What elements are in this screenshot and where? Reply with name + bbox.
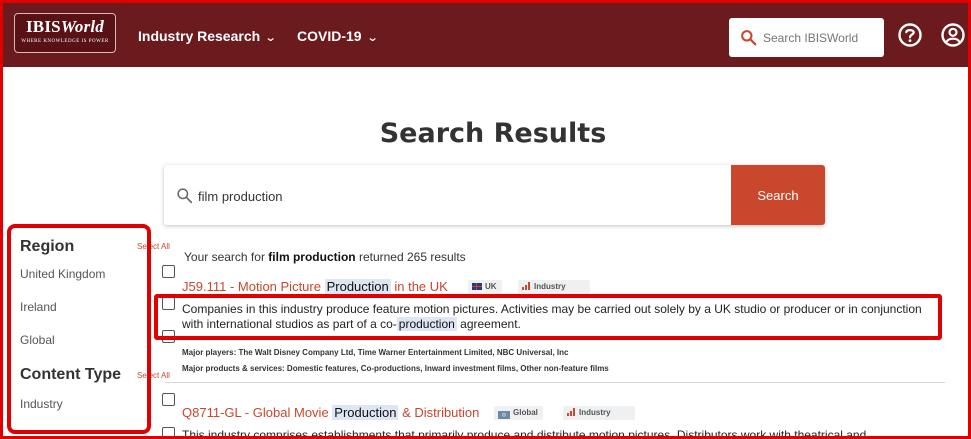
result-title-link[interactable]: Q8711-GL - Global Movie Production & Dis…: [182, 405, 479, 420]
title-highlight: Production: [332, 405, 399, 420]
header-search-input[interactable]: [763, 28, 878, 48]
main-search-bar: Search: [164, 165, 825, 225]
result-checkbox[interactable]: [162, 427, 175, 439]
summary-query: film production: [268, 250, 356, 264]
logo-tagline: WHERE KNOWLEDGE IS POWER: [21, 39, 109, 44]
nav-label: Industry Research: [138, 28, 261, 44]
title-text: & Distribution: [398, 405, 480, 420]
major-products: Major products & services: Domestic feat…: [182, 364, 609, 373]
badge-label: Global: [513, 408, 538, 417]
badge-label: UK: [485, 282, 497, 291]
search-icon: [177, 188, 193, 204]
bar-chart-icon: [567, 408, 576, 418]
chevron-down-icon: ⌄: [264, 32, 277, 44]
header-search[interactable]: [729, 18, 884, 57]
results-summary: Your search for film production returned…: [184, 250, 466, 264]
result-checkbox[interactable]: [162, 265, 175, 278]
annotation-box-description: [154, 294, 942, 340]
nav-industry-research[interactable]: Industry Research ⌄: [138, 28, 277, 44]
globe-icon: ◎: [498, 411, 510, 419]
nav-covid-19[interactable]: COVID-19 ⌄: [297, 28, 379, 44]
badge-label: Industry: [579, 408, 611, 417]
title-highlight: Production: [324, 279, 391, 294]
type-badge: Industry: [518, 280, 590, 294]
result-description: This industry comprises establishments t…: [182, 428, 867, 439]
header-bar: IBISWorld WHERE KNOWLEDGE IS POWER Indus…: [0, 0, 971, 67]
major-players: Major players: The Walt Disney Company L…: [182, 348, 569, 357]
search-icon: [741, 30, 757, 46]
main-search-input[interactable]: [198, 185, 698, 207]
uk-flag-icon: [472, 283, 482, 290]
region-badge: UK: [468, 280, 502, 294]
annotation-box-sidebar: [7, 224, 151, 434]
logo-wordmark: IBISWorld: [25, 17, 105, 36]
summary-suffix: returned 265 results: [355, 250, 466, 264]
nav-label: COVID-19: [297, 28, 362, 44]
ibisworld-logo[interactable]: IBISWorld WHERE KNOWLEDGE IS POWER: [14, 13, 116, 53]
result-title-link[interactable]: J59.111 - Motion Picture Production in t…: [182, 279, 448, 294]
title-text: Q8711-GL - Global Movie: [182, 405, 333, 420]
title-text: J59.111 - Motion Picture: [182, 279, 325, 294]
summary-prefix: Your search for: [184, 250, 269, 264]
title-text: in the UK: [390, 279, 448, 294]
help-circle-icon[interactable]: [897, 22, 923, 48]
search-button[interactable]: Search: [731, 165, 825, 225]
result-divider: [165, 382, 945, 383]
chevron-down-icon: ⌄: [366, 32, 379, 44]
badge-label: Industry: [534, 282, 566, 291]
type-badge: Industry: [563, 406, 635, 420]
region-badge: ◎ Global: [494, 406, 543, 420]
bar-chart-icon: [522, 282, 531, 292]
result-checkbox[interactable]: [162, 393, 175, 406]
page-title: Search Results: [379, 118, 607, 149]
account-icon[interactable]: [940, 22, 966, 48]
